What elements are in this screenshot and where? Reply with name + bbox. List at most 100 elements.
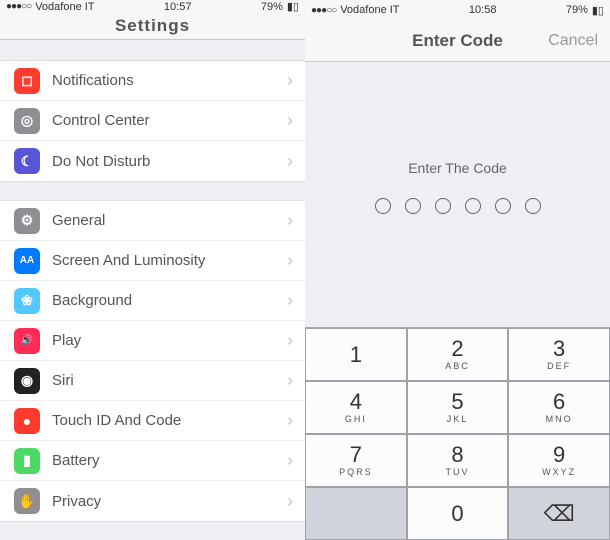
clock: 10:57 [164,1,192,13]
chevron-right-icon: › [287,290,293,311]
keypad-key-5[interactable]: 5JKL [407,381,509,434]
keypad-key-8[interactable]: 8TUV [407,434,509,487]
settings-section-1: ◻Notifications›◎Control Center›☾Do Not D… [0,60,305,182]
status-bar: ●●●○○ Vodafone IT 10:57 79% ▮▯ [0,0,305,13]
key-letters: DEF [547,361,571,371]
backspace-icon: ⌫ [544,501,575,527]
row-label: Siri [52,372,287,389]
key-number: 5 [451,391,463,413]
keypad-key-7[interactable]: 7PQRS [305,434,407,487]
nav-bar: Settings [0,13,305,40]
keypad-key-4[interactable]: 4GHI [305,381,407,434]
key-number: 1 [350,344,362,366]
row-label: Touch ID And Code [52,412,287,429]
chevron-right-icon: › [287,491,293,512]
keypad-key-2[interactable]: 2ABC [407,328,509,381]
battery-percent: 79% [261,1,283,13]
row-icon: ⚙ [14,208,40,234]
page-title: Enter Code [412,31,503,51]
keypad-key-9[interactable]: 9WXYZ [508,434,610,487]
row-icon: ◻ [14,68,40,94]
row-label: Battery [52,452,287,469]
row-label: Notifications [52,72,287,89]
settings-row-battery[interactable]: ▮ Battery› [0,441,305,481]
nav-bar: Enter Code Cancel [305,20,610,62]
key-number: 6 [553,391,565,413]
key-letters: JKL [447,414,469,424]
key-number: 8 [451,444,463,466]
code-dot [435,198,451,214]
keypad-key-0[interactable]: 0 [407,487,509,540]
status-bar: ●●●○○ Vodafone IT 10:58 79% ▮▯ [305,0,610,20]
row-icon: ❀ [14,288,40,314]
row-label: Privacy [52,493,287,510]
settings-row-screen-and-luminosity[interactable]: AA Screen And Luminosity› [0,241,305,281]
row-label: Control Center [52,112,287,129]
number-keypad: 12ABC3DEF4GHI5JKL6MNO7PQRS8TUV9WXYZ0⌫ [305,327,610,540]
row-label: Play [52,332,287,349]
signal-icon: ●●●○○ [311,5,336,16]
row-icon: ● [14,408,40,434]
settings-row-play[interactable]: 🔊 Play› [0,321,305,361]
chevron-right-icon: › [287,330,293,351]
settings-row-background[interactable]: ❀ Background› [0,281,305,321]
key-number: 9 [553,444,565,466]
code-dot [465,198,481,214]
key-number: 4 [350,391,362,413]
chevron-right-icon: › [287,370,293,391]
chevron-right-icon: › [287,250,293,271]
carrier-label: Vodafone IT [340,4,399,16]
row-icon: ◉ [14,368,40,394]
keypad-key-1[interactable]: 1 [305,328,407,381]
backspace-key[interactable]: ⌫ [508,487,610,540]
settings-row-general[interactable]: ⚙General› [0,201,305,241]
chevron-right-icon: › [287,70,293,91]
settings-row-privacy[interactable]: ✋ Privacy› [0,481,305,521]
carrier-label: Vodafone IT [35,1,94,13]
code-dot [405,198,421,214]
keypad-blank [305,487,407,540]
settings-row-do-not-disturb[interactable]: ☾ Do Not Disturb› [0,141,305,181]
key-number: 0 [451,503,463,525]
row-icon: ▮ [14,448,40,474]
row-label: General [52,212,287,229]
battery-icon: ▮▯ [592,4,604,17]
key-number: 7 [350,444,362,466]
cancel-button[interactable]: Cancel [548,32,598,50]
chevron-right-icon: › [287,450,293,471]
passcode-prompt: Enter The Code [408,160,507,176]
page-title: Settings [115,16,190,36]
row-icon: AA [14,248,40,274]
row-label: Do Not Disturb [52,153,287,170]
settings-section-2: ⚙General›AAScreen And Luminosity›❀Backgr… [0,200,305,522]
row-label: Background [52,292,287,309]
code-dot [495,198,511,214]
battery-icon: ▮▯ [287,0,299,13]
signal-icon: ●●●○○ [6,1,31,12]
keypad-key-6[interactable]: 6MNO [508,381,610,434]
settings-row-control-center[interactable]: ◎ Control Center› [0,101,305,141]
key-letters: PQRS [339,467,373,477]
settings-row-touch-id-and-code[interactable]: ●Touch ID And Code› [0,401,305,441]
code-dot [375,198,391,214]
row-icon: 🔊 [14,328,40,354]
passcode-entry: Enter The Code [305,62,610,312]
row-icon: ☾ [14,148,40,174]
row-icon: ◎ [14,108,40,134]
row-icon: ✋ [14,488,40,514]
code-dot [525,198,541,214]
passcode-screen: ●●●○○ Vodafone IT 10:58 79% ▮▯ Enter Cod… [305,0,610,540]
passcode-dots [375,198,541,214]
key-letters: ABC [445,361,470,371]
key-letters: TUV [445,467,469,477]
settings-row-siri[interactable]: ◉ Siri› [0,361,305,401]
settings-row-notifications[interactable]: ◻ Notifications› [0,61,305,101]
chevron-right-icon: › [287,151,293,172]
keypad-key-3[interactable]: 3DEF [508,328,610,381]
battery-percent: 79% [566,4,588,16]
row-label: Screen And Luminosity [52,252,287,269]
chevron-right-icon: › [287,110,293,131]
clock: 10:58 [469,4,497,16]
key-letters: WXYZ [542,467,576,477]
key-letters: GHI [345,414,367,424]
